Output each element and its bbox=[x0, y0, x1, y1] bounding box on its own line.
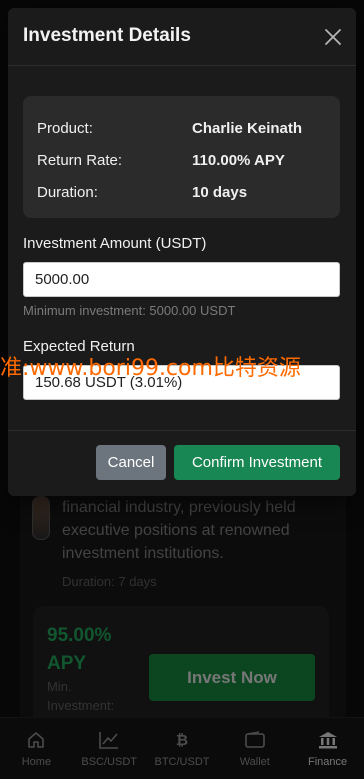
finance-page: financial industry, previously held exec… bbox=[0, 0, 364, 779]
detail-value: 110.00% APY bbox=[192, 151, 285, 169]
amount-hint: Minimum investment: 5000.00 USDT bbox=[23, 303, 236, 318]
investment-summary: Product: Charlie Keinath Return Rate: 11… bbox=[23, 96, 340, 218]
detail-row-duration: Duration: 10 days bbox=[37, 176, 326, 208]
cancel-button[interactable]: Cancel bbox=[96, 445, 166, 480]
confirm-investment-button[interactable]: Confirm Investment bbox=[174, 445, 340, 480]
close-button[interactable] bbox=[320, 24, 346, 50]
detail-label: Return Rate: bbox=[37, 151, 123, 169]
investment-modal: Investment Details Product: Charlie Kein… bbox=[8, 8, 356, 496]
investment-amount-input[interactable] bbox=[23, 262, 340, 297]
detail-value: 10 days bbox=[192, 183, 248, 201]
modal-footer: Cancel Confirm Investment bbox=[8, 430, 356, 496]
expected-return-label: Expected Return bbox=[23, 338, 135, 355]
modal-header: Investment Details bbox=[8, 8, 356, 66]
detail-value: Charlie Keinath bbox=[192, 119, 303, 137]
detail-row-product: Product: Charlie Keinath bbox=[37, 112, 326, 144]
close-icon bbox=[325, 29, 341, 45]
detail-label: Product: bbox=[37, 119, 93, 137]
amount-label: Investment Amount (USDT) bbox=[23, 235, 207, 252]
modal-title: Investment Details bbox=[23, 25, 191, 46]
detail-row-return-rate: Return Rate: 110.00% APY bbox=[37, 144, 326, 176]
detail-label: Duration: bbox=[37, 183, 98, 201]
watermark-text: 准:www.bori99.com比特资源 bbox=[0, 356, 301, 381]
